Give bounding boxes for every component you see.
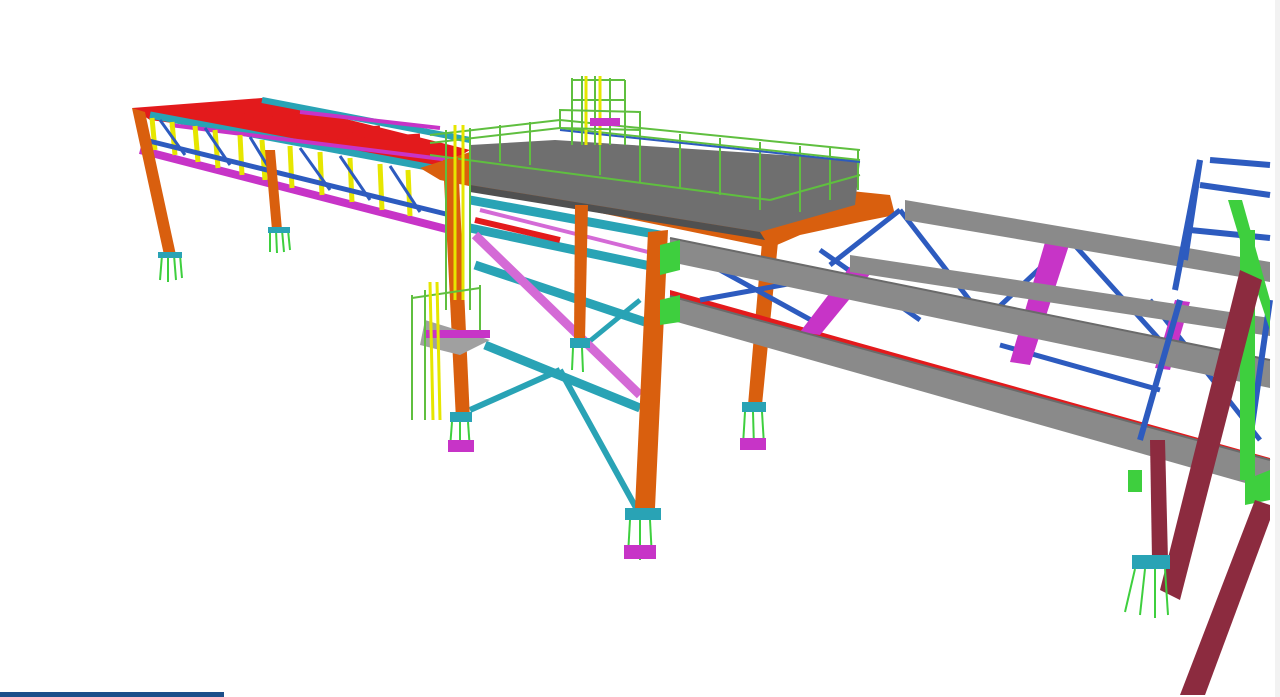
left-gallery-truss [132,97,471,234]
model-viewport[interactable] [0,0,1280,697]
structure-3d-model[interactable] [0,0,1280,697]
vertical-scrollbar[interactable] [1275,0,1280,697]
horizontal-scrollbar[interactable] [0,692,224,697]
